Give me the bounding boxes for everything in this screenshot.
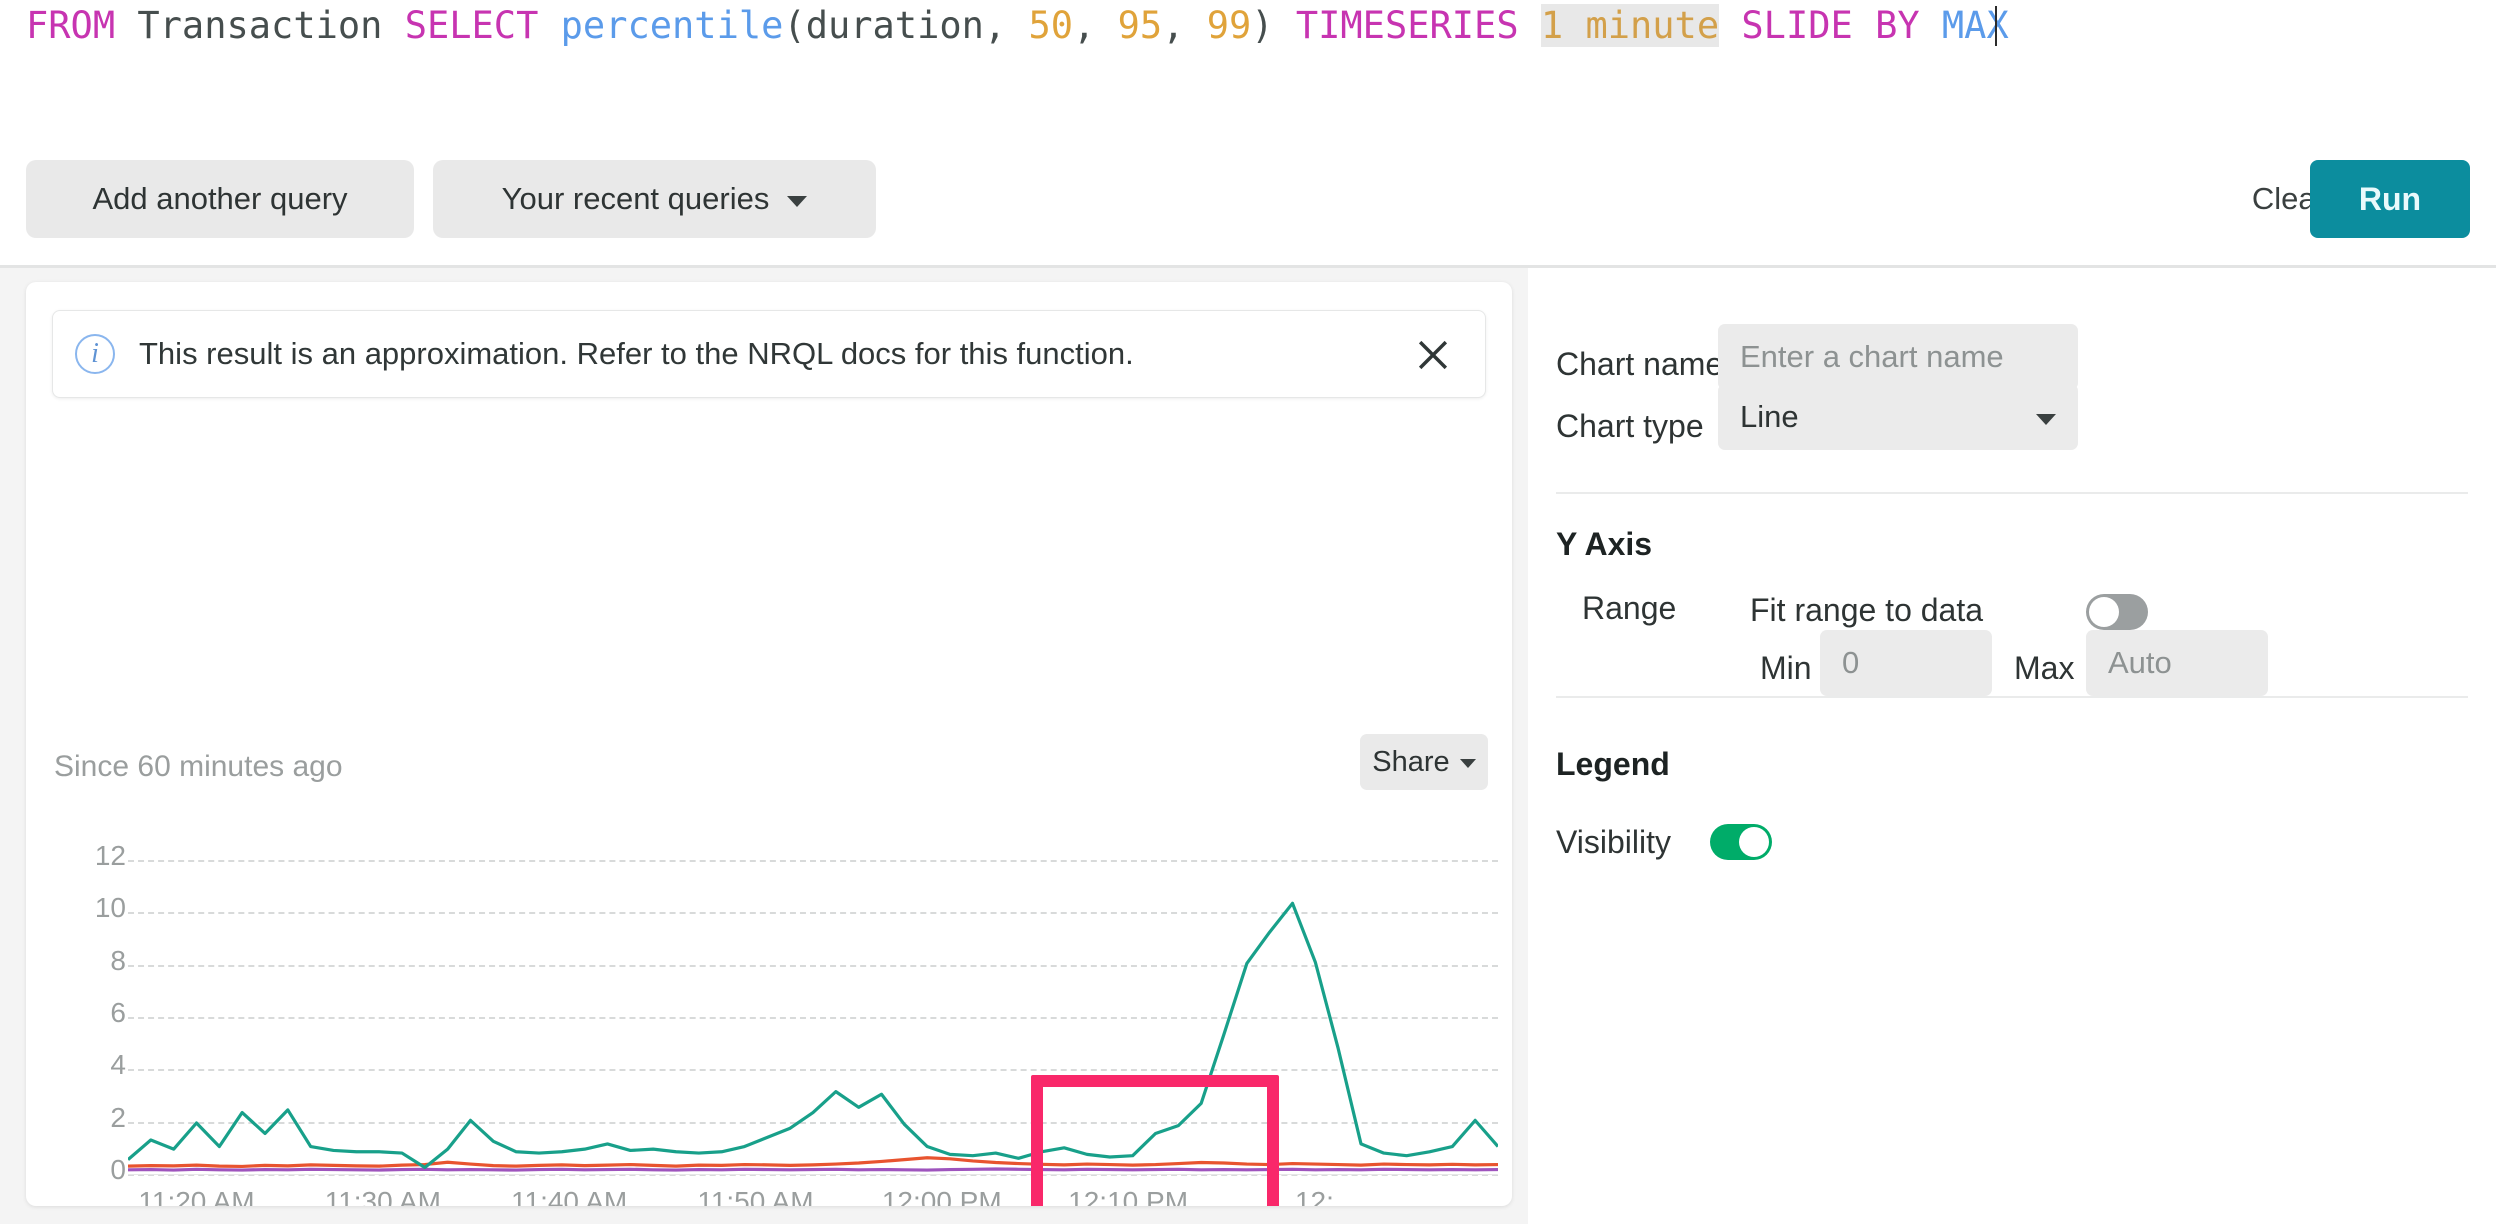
chart-settings-panel: Chart name Chart type Line Y Axis Range …	[1528, 268, 2496, 1224]
query-token-selected: 1 minute	[1540, 4, 1720, 47]
chevron-down-icon	[2036, 413, 2056, 425]
y-tick-label: 8	[110, 944, 126, 976]
toggle-knob	[1739, 827, 1769, 857]
query-token-keyword: FROM	[26, 4, 116, 47]
y-max-label: Max	[2014, 650, 2075, 686]
query-token-plain: duration	[805, 4, 984, 47]
x-axis-baseline	[128, 1174, 1498, 1175]
query-token-function: percentile	[560, 4, 784, 47]
run-label: Run	[2358, 180, 2422, 217]
chart-type-label: Chart type	[1556, 408, 1704, 444]
y-min-input[interactable]	[1820, 630, 1992, 696]
time-range-label: Since 60 minutes ago	[54, 750, 343, 783]
y-tick-label: 0	[110, 1154, 126, 1185]
query-token-keyword: TIMESERIES	[1295, 4, 1519, 47]
info-circle-icon: i	[75, 334, 115, 374]
approximation-info-banner: i This result is an approximation. Refer…	[52, 310, 1486, 398]
y-tick-label: 2	[110, 1101, 126, 1133]
series-line	[128, 901, 1498, 1170]
banner-message: This result is an approximation. Refer t…	[139, 336, 1134, 371]
query-token-punct: (	[783, 4, 806, 47]
query-toolbar: Add another query Your recent queries Cl…	[0, 52, 2496, 268]
nrql-query-editor[interactable]: FROM Transaction SELECT percentile(durat…	[0, 0, 2496, 52]
share-button[interactable]: Share	[1360, 734, 1488, 790]
legend-visibility-toggle[interactable]	[1710, 824, 1772, 860]
chart-name-input[interactable]	[1718, 324, 2078, 390]
toggle-knob	[2089, 597, 2119, 627]
y-axis-section-title: Y Axis	[1556, 526, 1653, 562]
run-button[interactable]: Run	[2310, 160, 2470, 238]
query-token-identifier: MAX	[1941, 4, 2009, 47]
series-line	[128, 1167, 1498, 1172]
plot-inner: 0 2 4 6 8 10 12 11:20 AM 11:30 AM 11:40 AM 11:50 …	[95, 834, 1498, 1206]
x-tick-label: 12:	[1294, 1186, 1334, 1206]
query-token-plain: Transaction	[115, 4, 405, 47]
legend-section-title: Legend	[1556, 746, 1670, 782]
y-max-input[interactable]	[2086, 630, 2268, 696]
share-label: Share	[1372, 745, 1450, 778]
query-token-plain	[1719, 4, 1741, 47]
recent-queries-dropdown[interactable]: Your recent queries	[433, 160, 876, 238]
chevron-down-icon	[787, 195, 808, 207]
recent-queries-label: Your recent queries	[501, 181, 770, 216]
y-tick-label: 10	[94, 892, 126, 924]
query-token-punct: ,	[1162, 4, 1207, 47]
fit-range-to-data-label: Fit range to data	[1750, 592, 1984, 628]
x-tick-label: 11:30 AM	[324, 1186, 441, 1206]
chart-type-select[interactable]: Line	[1718, 384, 2078, 450]
query-token-punct: ,	[983, 4, 1029, 47]
x-tick-label: 11:50 AM	[697, 1186, 814, 1206]
legend-visibility-label: Visibility	[1556, 824, 1671, 860]
y-tick-label: 4	[110, 1049, 126, 1081]
query-token-number: 99	[1206, 4, 1252, 47]
query-token-keyword: SELECT	[404, 4, 539, 47]
query-token-punct: ,	[1073, 4, 1118, 47]
x-tick-label: 11:20 AM	[138, 1186, 255, 1206]
text-caret	[1994, 6, 1997, 46]
series-line	[128, 1156, 1498, 1169]
query-token-number: 95	[1117, 4, 1163, 47]
close-icon[interactable]	[1411, 333, 1455, 377]
y-tick-label: 6	[110, 997, 126, 1029]
section-divider	[1556, 696, 2468, 698]
timeseries-plot: 0 2 4 6 8 10 12 11:20 AM 11:30 AM 11:40 AM 11:50 …	[52, 822, 1498, 1206]
chart-result-card: i This result is an approximation. Refer…	[26, 282, 1512, 1206]
query-token-punct: )	[1251, 4, 1296, 47]
section-divider	[1556, 492, 2468, 494]
fit-range-to-data-toggle[interactable]	[2086, 594, 2148, 630]
query-token-plain	[1853, 4, 1875, 47]
x-tick-label: 11:40 AM	[511, 1186, 628, 1206]
series-layer	[128, 901, 1498, 1172]
x-tick-label: 12:00 PM	[881, 1186, 1002, 1206]
range-label: Range	[1582, 590, 1677, 626]
nrql-query-text[interactable]: FROM Transaction SELECT percentile(durat…	[26, 0, 2009, 52]
query-token-keyword: BY	[1875, 4, 1920, 47]
query-token-plain	[538, 4, 560, 47]
y-tick-label: 12	[94, 840, 126, 872]
add-another-query-button[interactable]: Add another query	[26, 160, 414, 238]
query-token-plain	[1920, 4, 1942, 47]
add-another-query-label: Add another query	[92, 181, 348, 216]
y-min-label: Min	[1760, 650, 1812, 686]
query-token-number: 50	[1028, 4, 1074, 47]
chart-type-value: Line	[1740, 399, 1799, 434]
query-token-plain	[1519, 4, 1541, 47]
query-token-keyword: SLIDE	[1741, 4, 1853, 47]
x-tick-label: 12:10 PM	[1068, 1186, 1189, 1206]
chart-name-label: Chart name	[1556, 346, 1724, 382]
chevron-down-icon	[1459, 759, 1476, 768]
